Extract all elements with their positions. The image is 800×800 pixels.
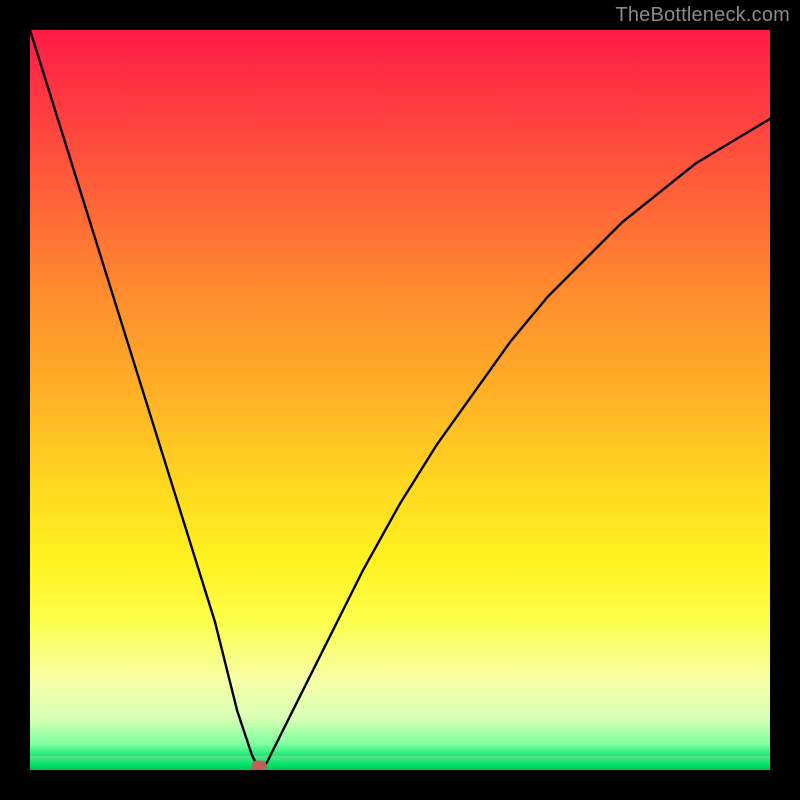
chart-frame: TheBottleneck.com [0,0,800,800]
curve-svg [30,30,770,770]
watermark-text: TheBottleneck.com [615,4,790,27]
bottleneck-curve-path [30,30,770,770]
plot-area [30,30,770,770]
optimal-point-marker [252,761,267,771]
